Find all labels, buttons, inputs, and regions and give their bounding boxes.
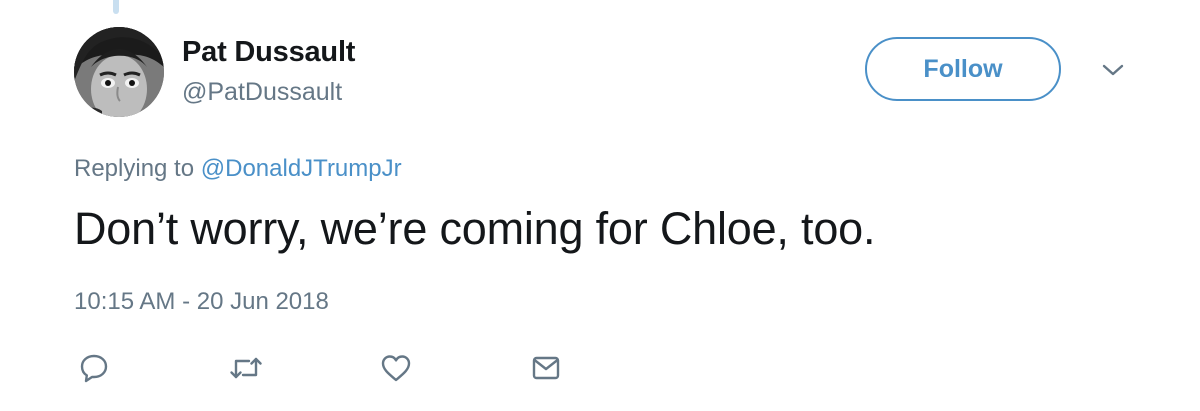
user-handle[interactable]: @PatDussault [182,78,342,107]
tweet-text: Don’t worry, we’re coming for Chloe, too… [74,203,876,254]
tweet-timestamp[interactable]: 10:15 AM - 20 Jun 2018 [74,288,329,316]
avatar-photo [74,27,164,117]
direct-message-button[interactable] [528,350,564,386]
like-button[interactable] [378,350,414,386]
reply-context-label: Replying to [74,155,195,182]
chevron-down-icon[interactable] [1100,60,1126,80]
reply-icon [80,354,108,383]
thread-connector-line [113,0,119,14]
avatar[interactable] [74,27,164,117]
display-name[interactable]: Pat Dussault [182,36,355,69]
mention-link[interactable]: @DonaldJTrumpJr [201,155,402,182]
reply-context: Replying to @DonaldJTrumpJr [74,155,402,183]
retweet-button[interactable] [228,350,264,386]
reply-button[interactable] [76,350,112,386]
retweet-icon [230,357,262,379]
direct-message-icon [532,356,560,380]
tweet-card: Pat Dussault @PatDussault Follow Replyin… [0,0,1200,411]
like-icon [381,355,411,382]
follow-button[interactable]: Follow [865,37,1061,101]
